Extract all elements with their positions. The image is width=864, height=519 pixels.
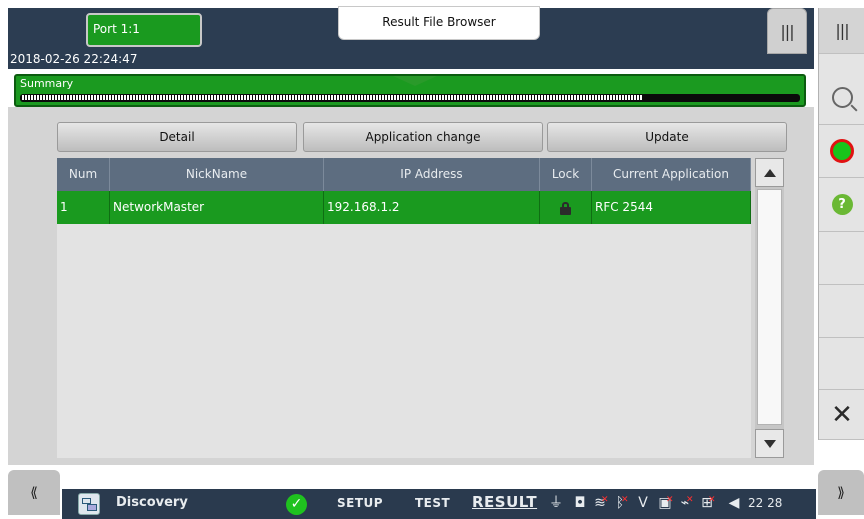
main-panel: Detail Application change Update Num Nic…	[8, 107, 814, 465]
tab-result[interactable]: RESULT	[472, 493, 537, 511]
chevrons-left-icon: ⟪	[30, 484, 38, 501]
sidebar-empty-slot[interactable]	[819, 338, 864, 390]
summary-pointer-icon	[393, 76, 437, 86]
scroll-down-button[interactable]	[755, 429, 784, 458]
sidebar-empty-slot[interactable]	[819, 232, 864, 285]
search-icon	[831, 87, 853, 108]
sidebar-search-button[interactable]	[819, 71, 864, 125]
cell-num: 1	[57, 191, 110, 224]
summary-progress-fill	[22, 95, 643, 100]
cell-nickname: NetworkMaster	[110, 191, 324, 224]
scroll-thumb[interactable]	[757, 189, 782, 425]
status-check-icon: ✓	[286, 494, 307, 515]
bottom-right-expand-tab[interactable]: ⟫	[818, 470, 864, 515]
result-file-browser-tab[interactable]: Result File Browser	[338, 6, 540, 40]
plug-icon[interactable]: ⏚	[548, 495, 564, 511]
update-button[interactable]: Update	[547, 122, 787, 152]
column-header-ip-address[interactable]: IP Address	[324, 158, 540, 191]
wifi-icon[interactable]: ≋ ✕	[592, 495, 608, 511]
column-header-lock[interactable]: Lock	[540, 158, 592, 191]
result-file-browser-label: Result File Browser	[382, 15, 496, 29]
column-header-current-application[interactable]: Current Application	[592, 158, 751, 191]
network-icon[interactable]: ⊞ ✕	[699, 495, 715, 511]
bottom-status-bar: Discovery ✓ SETUP TEST RESULT ⏚ ◘ ≋ ✕ ᛒ ✕ …	[62, 489, 816, 519]
sidebar-close-button[interactable]: ✕	[819, 390, 864, 440]
tab-test[interactable]: TEST	[415, 496, 450, 510]
close-icon: ✕	[831, 399, 853, 430]
speaker-icon[interactable]: ◀	[726, 495, 742, 511]
panel-toggle-tab[interactable]: |||	[767, 8, 807, 54]
window-icon[interactable]: ◘	[572, 495, 588, 511]
v-icon[interactable]: V	[635, 495, 651, 511]
table-row[interactable]: 1 NetworkMaster 192.168.1.2 RFC 2544	[57, 191, 751, 224]
lock-icon	[560, 201, 571, 215]
application-change-button[interactable]: Application change	[303, 122, 543, 152]
cell-ip-address: 192.168.1.2	[324, 191, 540, 224]
port-tab[interactable]: Port 1:1	[86, 13, 202, 47]
scroll-up-button[interactable]	[755, 158, 784, 187]
sidebar-record-button[interactable]	[819, 125, 864, 178]
sidebar-help-button[interactable]: ?	[819, 178, 864, 232]
cell-lock	[540, 191, 592, 224]
port-tab-label: Port 1:1	[93, 22, 140, 36]
satellite-icon[interactable]: ⌁ ✕	[677, 495, 694, 511]
arrow-down-icon	[763, 439, 776, 448]
right-sidebar: ||| ? ✕	[818, 8, 864, 440]
triple-bars-icon: |||	[780, 21, 794, 41]
summary-label: Summary	[20, 77, 74, 90]
clock-display: 22 28	[748, 496, 783, 510]
column-header-nickname[interactable]: NickName	[110, 158, 324, 191]
record-icon	[830, 139, 854, 163]
tab-setup[interactable]: SETUP	[337, 496, 383, 510]
bluetooth-icon[interactable]: ᛒ ✕	[612, 495, 629, 511]
triple-bars-icon: |||	[835, 21, 849, 40]
arrow-up-icon	[763, 168, 776, 177]
app-name-label[interactable]: Discovery	[116, 495, 188, 510]
sidebar-menu-button[interactable]: |||	[819, 8, 864, 54]
table-header-row: Num NickName IP Address Lock Current App…	[57, 158, 751, 191]
cell-current-application: RFC 2544	[592, 191, 751, 224]
device-table: Num NickName IP Address Lock Current App…	[57, 158, 751, 458]
datetime-display: 2018-02-26 22:24:47	[10, 52, 138, 66]
sidebar-empty-slot[interactable]	[819, 285, 864, 338]
terminal-icon[interactable]: ▣ ✕	[657, 495, 673, 511]
help-icon: ?	[831, 194, 853, 215]
chevrons-right-icon: ⟫	[837, 484, 845, 501]
table-scrollbar[interactable]	[755, 158, 784, 458]
bottom-left-expand-tab[interactable]: ⟪	[8, 470, 60, 515]
detail-button[interactable]: Detail	[57, 122, 297, 152]
column-header-num[interactable]: Num	[57, 158, 110, 191]
summary-progress-track	[20, 94, 800, 102]
discovery-app-icon[interactable]	[78, 493, 100, 515]
